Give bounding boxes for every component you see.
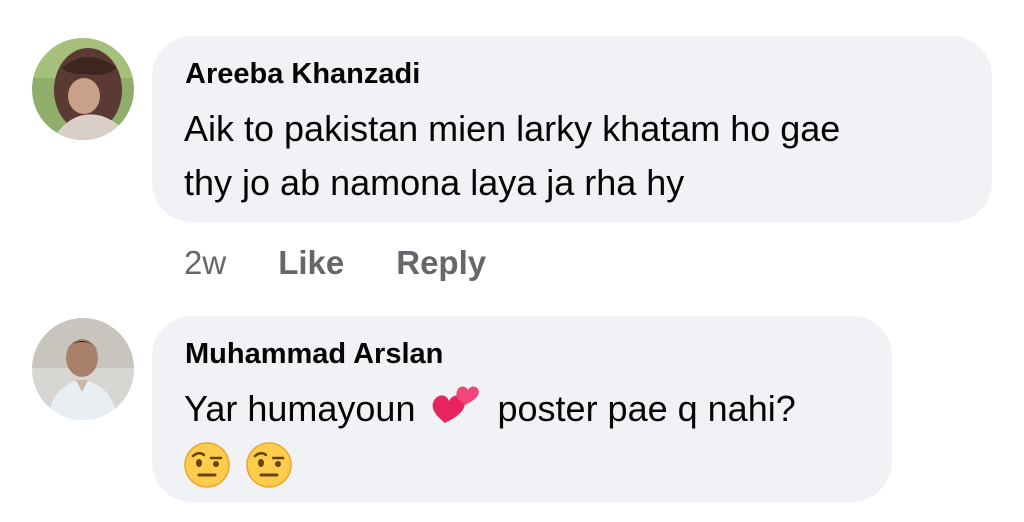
comment-text: Yar humayoun <box>184 388 416 429</box>
raised-eyebrow-face-icon <box>246 442 292 489</box>
like-button[interactable]: Like <box>278 244 344 282</box>
timestamp[interactable]: 2w <box>184 244 226 282</box>
comment-author[interactable]: Muhammad Arslan <box>185 338 443 371</box>
profile-photo-icon <box>32 318 134 420</box>
raised-eyebrow-face-icon <box>184 442 230 489</box>
comment-text-line: Yar humayoun poster pae q nahi? <box>184 382 796 436</box>
avatar[interactable] <box>32 38 134 140</box>
profile-photo-icon <box>32 38 134 140</box>
emoji-line <box>184 436 292 490</box>
comment-text-line: Aik to pakistan mien larky khatam ho gae <box>184 108 841 149</box>
two-hearts-icon <box>431 383 481 427</box>
avatar[interactable] <box>32 318 134 420</box>
comment-text-line: thy jo ab namona laya ja rha hy <box>184 162 685 203</box>
comment-actions: 2w Like Reply <box>184 244 486 282</box>
comment-author[interactable]: Areeba Khanzadi <box>185 58 420 91</box>
comment-text: poster pae q nahi? <box>497 388 796 429</box>
reply-button[interactable]: Reply <box>396 244 486 282</box>
